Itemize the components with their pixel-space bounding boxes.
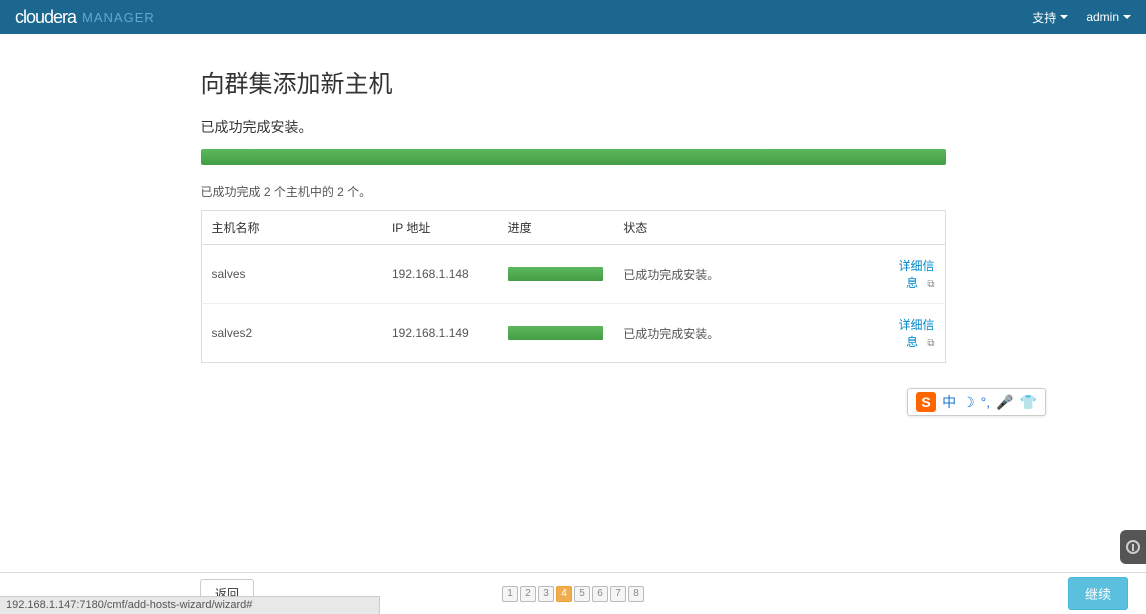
- hosts-table: 主机名称 IP 地址 进度 状态 salves 192.168.1.148 已成…: [201, 210, 946, 363]
- header-details: [885, 211, 945, 245]
- wizard-step-2[interactable]: 2: [520, 586, 536, 602]
- header-progress: 进度: [498, 211, 614, 245]
- side-widget[interactable]: [1120, 530, 1146, 564]
- wizard-step-7[interactable]: 7: [610, 586, 626, 602]
- cell-status: 已成功完成安装。: [613, 304, 884, 363]
- ime-mic-icon[interactable]: 🎤: [996, 394, 1013, 411]
- cell-ip: 192.168.1.148: [382, 245, 498, 304]
- ime-logo-icon: S: [916, 392, 936, 412]
- continue-button[interactable]: 继续: [1068, 577, 1128, 610]
- table-row: salves2 192.168.1.149 已成功完成安装。 详细信息 ⧉: [201, 304, 945, 363]
- brand[interactable]: cloudera MANAGER: [15, 7, 155, 28]
- external-icon: ⧉: [925, 338, 935, 348]
- table-row: salves 192.168.1.148 已成功完成安装。 详细信息 ⧉: [201, 245, 945, 304]
- page-title: 向群集添加新主机: [201, 64, 946, 99]
- wizard-step-5[interactable]: 5: [574, 586, 590, 602]
- wizard-step-1[interactable]: 1: [502, 586, 518, 602]
- cell-ip: 192.168.1.149: [382, 304, 498, 363]
- cell-progress: [498, 304, 614, 363]
- ime-moon-icon[interactable]: ☽: [962, 394, 975, 411]
- wizard-steps: 12345678: [502, 586, 644, 602]
- main-content: 向群集添加新主机 已成功完成安装。 已成功完成 2 个主机中的 2 个。 主机名…: [201, 34, 946, 363]
- ime-lang-icon[interactable]: 中: [942, 392, 956, 412]
- ime-punct-icon[interactable]: °,: [981, 394, 991, 410]
- cell-progress: [498, 245, 614, 304]
- overall-progress-bar: [201, 149, 946, 165]
- power-icon: [1126, 540, 1140, 554]
- install-status: 已成功完成安装。: [201, 117, 946, 137]
- table-header-row: 主机名称 IP 地址 进度 状态: [201, 211, 945, 245]
- header-hostname: 主机名称: [201, 211, 382, 245]
- ime-panel[interactable]: S 中 ☽ °, 🎤 👕: [907, 388, 1046, 416]
- wizard-step-8[interactable]: 8: [628, 586, 644, 602]
- user-label: admin: [1086, 10, 1119, 24]
- row-progress-bar: [508, 267, 603, 281]
- summary-text: 已成功完成 2 个主机中的 2 个。: [201, 183, 946, 200]
- brand-main: cloudera: [15, 7, 76, 28]
- cell-details: 详细信息 ⧉: [885, 245, 945, 304]
- header-status: 状态: [613, 211, 884, 245]
- support-menu[interactable]: 支持: [1032, 9, 1068, 26]
- cell-hostname: salves: [201, 245, 382, 304]
- brand-sub: MANAGER: [82, 10, 155, 25]
- caret-icon: [1123, 15, 1131, 19]
- external-icon: ⧉: [925, 279, 935, 289]
- wizard-step-4[interactable]: 4: [556, 586, 572, 602]
- caret-icon: [1060, 15, 1068, 19]
- user-menu[interactable]: admin: [1086, 10, 1131, 24]
- navbar-right: 支持 admin: [1032, 9, 1131, 26]
- browser-status-bar: 192.168.1.147:7180/cmf/add-hosts-wizard/…: [0, 596, 380, 614]
- header-ip: IP 地址: [382, 211, 498, 245]
- navbar: cloudera MANAGER 支持 admin: [0, 0, 1146, 34]
- support-label: 支持: [1032, 9, 1056, 26]
- row-progress-bar: [508, 326, 603, 340]
- wizard-step-6[interactable]: 6: [592, 586, 608, 602]
- ime-shirt-icon[interactable]: 👕: [1020, 394, 1037, 411]
- wizard-step-3[interactable]: 3: [538, 586, 554, 602]
- cell-status: 已成功完成安装。: [613, 245, 884, 304]
- cell-hostname: salves2: [201, 304, 382, 363]
- cell-details: 详细信息 ⧉: [885, 304, 945, 363]
